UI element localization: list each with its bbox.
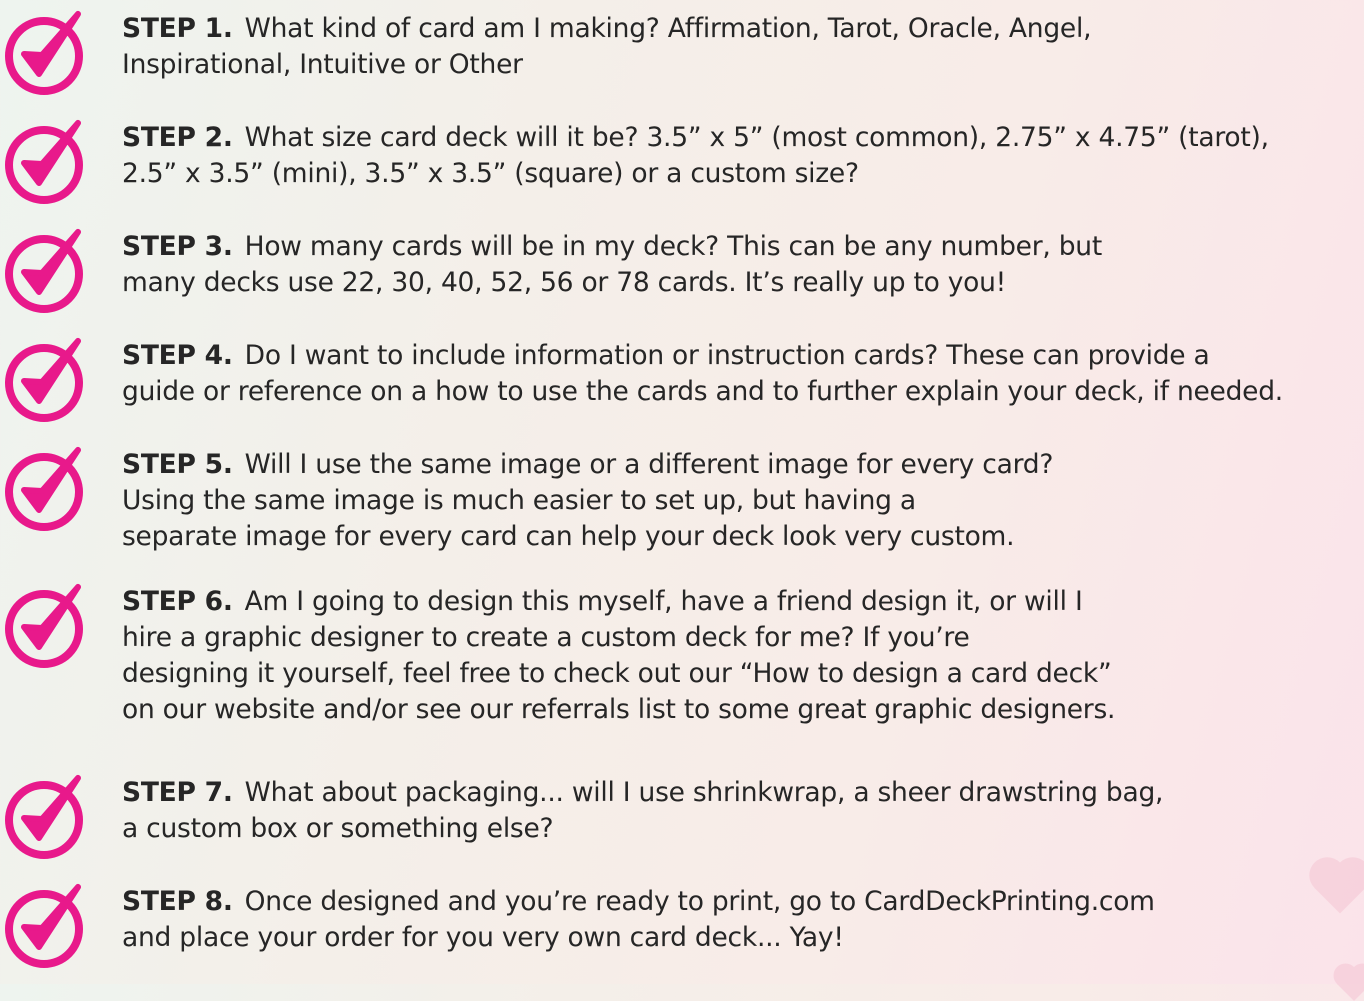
checkmark-circle-icon	[2, 442, 92, 532]
checkmark-circle-icon	[2, 115, 92, 205]
step-line-text: Am I going to design this myself, have a…	[244, 586, 1083, 617]
step-text: STEP 1. What kind of card am I making? Af…	[122, 11, 1092, 83]
step-line: STEP 4. Do I want to include information …	[122, 338, 1283, 374]
step-label: STEP 7.	[122, 777, 233, 808]
step-label: STEP 2.	[122, 122, 233, 153]
step-line: STEP 1. What kind of card am I making? Af…	[122, 11, 1092, 47]
step-line-text: and place your order for you very own ca…	[122, 922, 844, 953]
step-line: STEP 2. What size card deck will it be? 3…	[122, 120, 1269, 156]
step-line: guide or reference on a how to use the c…	[122, 374, 1283, 410]
step-line: on our website and/or see our referrals …	[122, 692, 1115, 728]
heart-decoration	[1314, 862, 1364, 914]
step-line: 2.5” x 3.5” (mini), 3.5” x 3.5” (square)…	[122, 156, 1269, 192]
step-line-text: guide or reference on a how to use the c…	[122, 376, 1283, 407]
checkmark-circle-icon	[2, 770, 92, 860]
step-label: STEP 5.	[122, 449, 233, 480]
step-line: hire a graphic designer to create a cust…	[122, 620, 1115, 656]
step-line: STEP 7. What about packaging... will I us…	[122, 775, 1163, 811]
step-line-text: Using the same image is much easier to s…	[122, 485, 916, 516]
step-label: STEP 3.	[122, 231, 233, 262]
step-line-text: 2.5” x 3.5” (mini), 3.5” x 3.5” (square)…	[122, 158, 859, 189]
step-line: STEP 8. Once designed and you’re ready to…	[122, 884, 1155, 920]
checkmark-circle-icon	[2, 333, 92, 423]
step-label: STEP 8.	[122, 886, 233, 917]
step-line: Inspirational, Intuitive or Other	[122, 47, 1091, 83]
step-line-text: a custom box or something else?	[122, 813, 554, 844]
step-line: designing it yourself, feel free to chec…	[122, 656, 1115, 692]
step-line-text: separate image for every card can help y…	[122, 521, 1015, 552]
checkmark-circle-icon	[2, 579, 92, 669]
step-line-text: What about packaging... will I use shrin…	[244, 777, 1164, 808]
step-line: many decks use 22, 30, 40, 52, 56 or 78 …	[122, 265, 1102, 301]
step-text: STEP 5. Will I use the same image or a di…	[122, 447, 1053, 555]
checkmark-circle-icon	[2, 879, 92, 969]
step-text: STEP 4. Do I want to include information …	[122, 338, 1283, 410]
step-text: STEP 6. Am I going to design this myself,…	[122, 584, 1115, 728]
step-line-text: Will I use the same image or a different…	[244, 449, 1054, 480]
step-label: STEP 6.	[122, 586, 233, 617]
heart-decoration	[1337, 967, 1364, 1001]
step-line: and place your order for you very own ca…	[122, 920, 1155, 956]
step-line-text: on our website and/or see our referrals …	[122, 694, 1116, 725]
step-text: STEP 7. What about packaging... will I us…	[122, 775, 1163, 847]
step-line: STEP 5. Will I use the same image or a di…	[122, 447, 1053, 483]
step-line: STEP 6. Am I going to design this myself,…	[122, 584, 1115, 620]
step-line: Using the same image is much easier to s…	[122, 483, 1053, 519]
checkmark-circle-icon	[2, 224, 92, 314]
step-line-text: Inspirational, Intuitive or Other	[122, 49, 523, 80]
step-line-text: hire a graphic designer to create a cust…	[122, 622, 970, 653]
step-line-text: What size card deck will it be? 3.5” x 5…	[244, 122, 1269, 153]
step-line-text: designing it yourself, feel free to chec…	[122, 658, 1112, 689]
step-line: a custom box or something else?	[122, 811, 1163, 847]
step-label: STEP 1.	[122, 13, 233, 44]
step-line-text: many decks use 22, 30, 40, 52, 56 or 78 …	[122, 267, 1007, 298]
step-line: separate image for every card can help y…	[122, 519, 1053, 555]
step-text: STEP 3. How many cards will be in my deck…	[122, 229, 1102, 301]
step-line-text: What kind of card am I making? Affirmati…	[244, 13, 1092, 44]
step-line-text: How many cards will be in my deck? This …	[244, 231, 1103, 262]
checkmark-circle-icon	[2, 6, 92, 96]
step-text: STEP 8. Once designed and you’re ready to…	[122, 884, 1155, 956]
step-text: STEP 2. What size card deck will it be? 3…	[122, 120, 1269, 192]
step-line-text: Once designed and you’re ready to print,…	[244, 886, 1155, 917]
step-label: STEP 4.	[122, 340, 233, 371]
step-line-text: Do I want to include information or inst…	[244, 340, 1210, 371]
step-line: STEP 3. How many cards will be in my deck…	[122, 229, 1102, 265]
